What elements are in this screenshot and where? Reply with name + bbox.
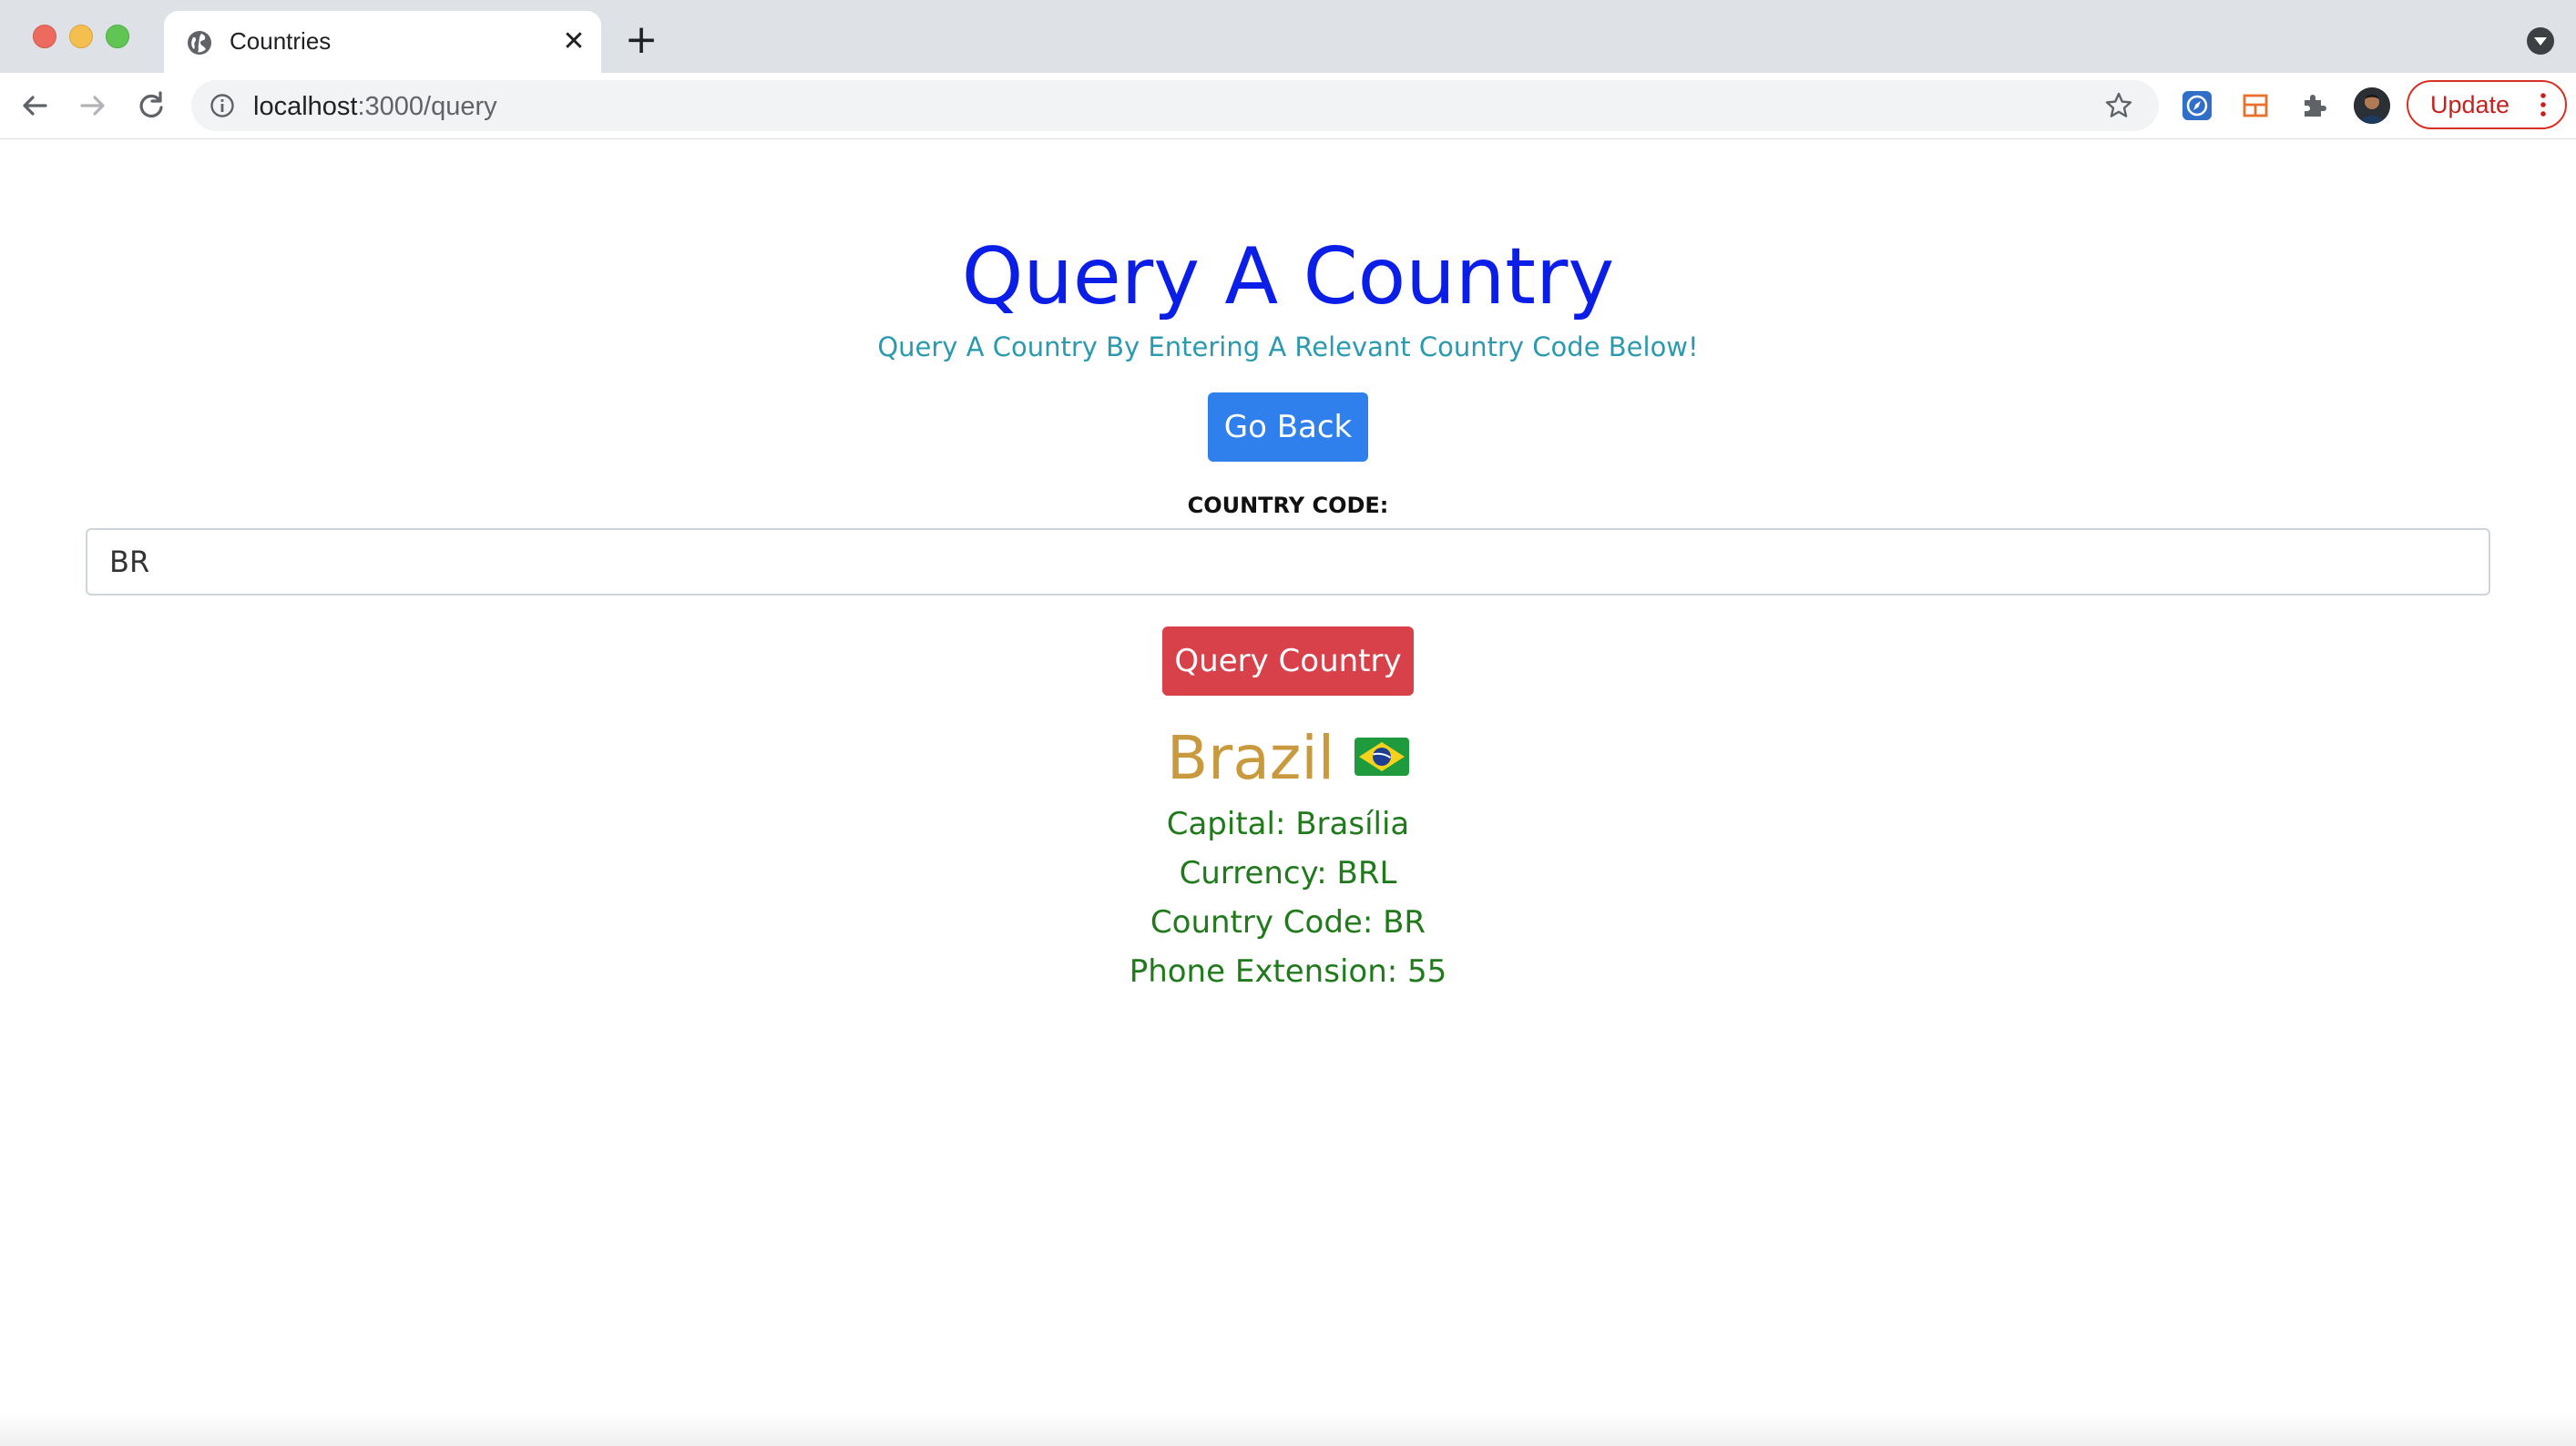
profile-avatar[interactable] bbox=[2354, 87, 2390, 124]
reload-icon[interactable] bbox=[133, 87, 169, 124]
go-back-button[interactable]: Go Back bbox=[1208, 392, 1368, 462]
country-code-input[interactable] bbox=[86, 528, 2490, 596]
globe-icon bbox=[188, 31, 211, 55]
url-path: :3000/query bbox=[357, 92, 497, 121]
country-name: Brazil bbox=[1166, 723, 1335, 793]
brazil-flag-icon bbox=[1354, 737, 1410, 776]
phone-extension-text: Phone Extension: 55 bbox=[1129, 953, 1447, 990]
browser-tab-bar: Countries ✕ + bbox=[0, 0, 2576, 73]
update-label: Update bbox=[2430, 91, 2510, 118]
query-country-button[interactable]: Query Country bbox=[1162, 626, 1414, 696]
capital-text: Capital: Brasília bbox=[1166, 806, 1410, 842]
country-code-label: COUNTRY CODE: bbox=[1187, 493, 1389, 518]
site-info-icon[interactable] bbox=[210, 93, 235, 118]
page-subtitle: Query A Country By Entering A Relevant C… bbox=[877, 331, 1699, 362]
country-code-text: Country Code: BR bbox=[1150, 904, 1426, 941]
layout-extension-icon[interactable] bbox=[2239, 89, 2272, 122]
compass-extension-icon[interactable] bbox=[2181, 89, 2213, 122]
page-content: Query A Country Query A Country By Enter… bbox=[0, 139, 2576, 1446]
close-tab-icon[interactable]: ✕ bbox=[559, 27, 588, 56]
bottom-shadow bbox=[0, 1413, 2576, 1446]
more-options-icon[interactable] bbox=[2534, 89, 2552, 120]
tab-title: Countries bbox=[230, 27, 332, 55]
browser-toolbar: localhost:3000/query Update bbox=[0, 73, 2576, 139]
forward-arrow-icon[interactable] bbox=[75, 87, 111, 124]
bookmark-star-icon[interactable] bbox=[2104, 91, 2133, 120]
url-host: localhost bbox=[253, 92, 358, 121]
back-arrow-icon[interactable] bbox=[16, 87, 53, 124]
update-button[interactable]: Update bbox=[2407, 80, 2567, 129]
country-result-heading: Brazil bbox=[0, 718, 2576, 799]
new-tab-button[interactable]: + bbox=[623, 20, 659, 60]
tab-search-menu-icon[interactable] bbox=[2527, 27, 2554, 55]
currency-text: Currency: BRL bbox=[1179, 855, 1397, 891]
url-text[interactable]: localhost:3000/query bbox=[253, 92, 497, 122]
page-title: Query A Country bbox=[961, 231, 1615, 322]
address-bar[interactable]: localhost:3000/query bbox=[191, 80, 2159, 131]
active-tab[interactable]: Countries ✕ bbox=[164, 11, 601, 73]
puzzle-extensions-icon[interactable] bbox=[2297, 89, 2330, 122]
minimize-window-button[interactable] bbox=[69, 25, 93, 48]
maximize-window-button[interactable] bbox=[106, 25, 129, 48]
close-window-button[interactable] bbox=[33, 25, 56, 48]
